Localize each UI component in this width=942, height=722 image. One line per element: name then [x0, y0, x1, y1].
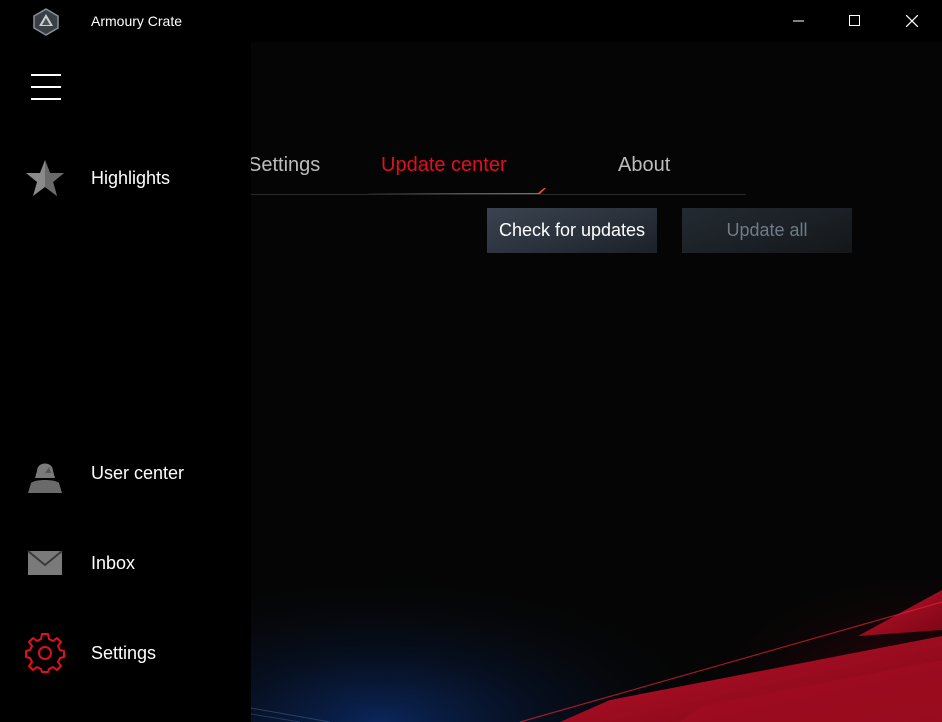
- tab-settings[interactable]: Settings: [248, 154, 320, 177]
- update-all-button[interactable]: Update all: [682, 208, 852, 253]
- sidebar-item-inbox[interactable]: Inbox: [0, 533, 251, 593]
- user-icon: [28, 463, 62, 493]
- sidebar-item-label: Highlights: [91, 168, 171, 188]
- mail-icon: [27, 550, 63, 575]
- sidebar-item-label: Settings: [91, 643, 157, 663]
- star-icon: [26, 160, 64, 196]
- sidebar-item-settings[interactable]: Settings: [0, 623, 251, 683]
- window-title: Armoury Crate: [91, 13, 183, 29]
- maximize-icon: [849, 15, 860, 26]
- sidebar-item-user-center[interactable]: User center: [0, 443, 251, 503]
- close-button[interactable]: [884, 0, 940, 42]
- sidebar-item-label: Inbox: [91, 553, 136, 573]
- tab-bar: Settings Update center About: [230, 150, 746, 195]
- check-for-updates-button[interactable]: Check for updates: [487, 208, 657, 253]
- minimize-button[interactable]: [771, 0, 827, 42]
- hamburger-menu-button[interactable]: [31, 74, 61, 100]
- sidebar: Highlights User center Inbox Settings: [0, 42, 251, 722]
- close-icon: [906, 15, 918, 27]
- active-tab-indicator: [368, 188, 546, 194]
- sidebar-item-label: User center: [91, 463, 185, 483]
- minimize-icon: [793, 20, 804, 22]
- gear-icon: [25, 633, 65, 673]
- armoury-crate-logo-icon: [33, 8, 59, 36]
- tab-about[interactable]: About: [618, 154, 670, 177]
- title-bar: Armoury Crate: [0, 0, 942, 42]
- tab-update-center[interactable]: Update center: [381, 154, 507, 177]
- maximize-button[interactable]: [827, 0, 883, 42]
- app-window: gs Settings Update center About Check fo…: [0, 0, 942, 722]
- sidebar-item-highlights[interactable]: Highlights: [0, 148, 251, 208]
- hamburger-icon: [31, 74, 61, 76]
